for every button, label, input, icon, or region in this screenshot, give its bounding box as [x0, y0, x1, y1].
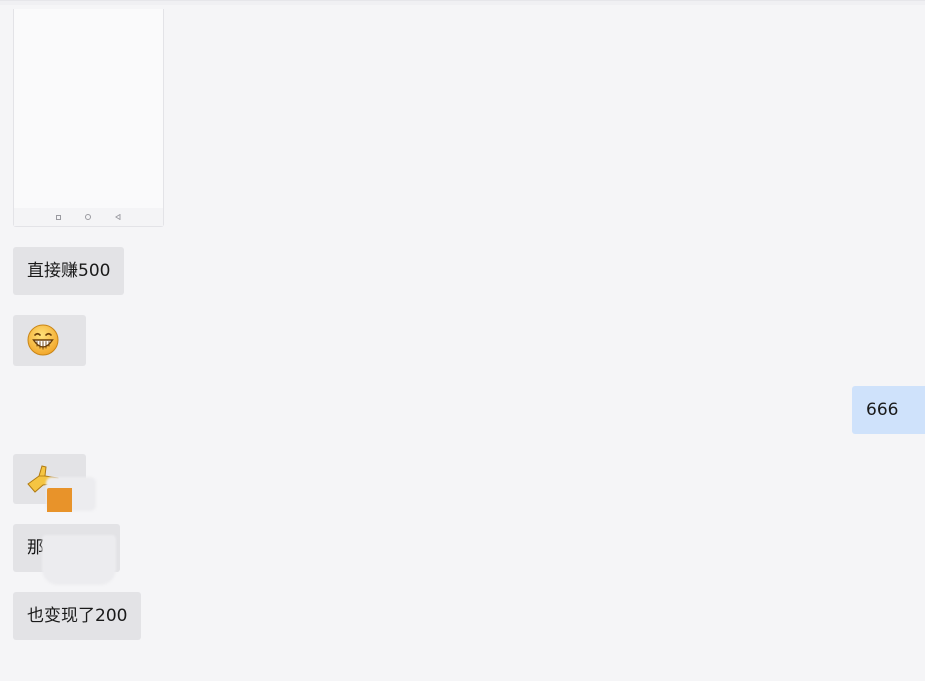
recent-apps-icon — [56, 214, 61, 220]
emoji-message-bubble[interactable] — [13, 315, 86, 366]
back-triangle-icon — [115, 214, 121, 220]
grinning-face-icon — [27, 324, 59, 356]
phone-navigation-bar — [14, 208, 163, 226]
message-bubble[interactable]: 也变现了200 — [13, 592, 142, 640]
obscured-area — [42, 535, 116, 585]
message-text: 也变现了200 — [27, 606, 128, 626]
message-text: 直接赚500 — [27, 261, 111, 281]
home-icon — [85, 214, 91, 220]
message-text: 666 — [866, 400, 899, 420]
outgoing-message-bubble[interactable]: 666 — [852, 386, 925, 434]
image-message[interactable] — [13, 9, 164, 227]
top-divider — [0, 1, 925, 5]
chat-message-list[interactable]: 直接赚500 666 那 也变现了200 — [0, 0, 925, 681]
hand-sleeve-shape — [47, 488, 72, 512]
message-bubble[interactable]: 直接赚500 — [13, 247, 125, 295]
